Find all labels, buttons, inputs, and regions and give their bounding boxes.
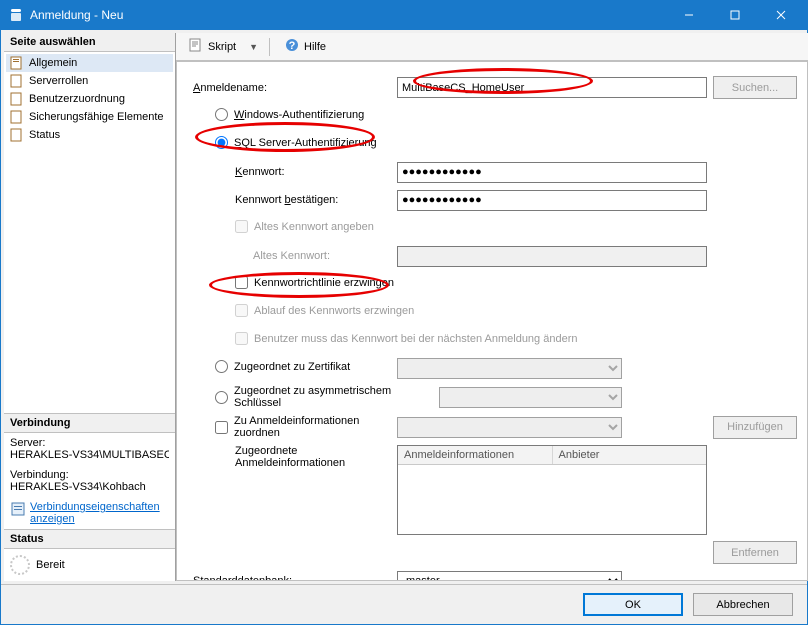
- old-password-checkbox: Altes Kennwort angeben: [187, 220, 374, 236]
- server-value: HERAKLES-VS34\MULTIBASECS: [10, 449, 169, 461]
- sidebar-item-label: Allgemein: [29, 57, 77, 69]
- sidebar-item-sicherungsfaehige[interactable]: Sicherungsfähige Elemente: [6, 108, 173, 126]
- default-db-label: Standarddatenbank:: [187, 575, 397, 581]
- password-label: Kennwort:: [187, 166, 397, 178]
- cancel-button[interactable]: Abbrechen: [693, 593, 793, 616]
- script-label: Skript: [208, 41, 236, 53]
- page-icon: [9, 73, 25, 89]
- conn-value: HERAKLES-VS34\Kohbach: [10, 481, 169, 493]
- ok-button[interactable]: OK: [583, 593, 683, 616]
- must-change-checkbox: Benutzer muss das Kennwort bei der nächs…: [187, 332, 577, 348]
- status-value: Bereit: [36, 559, 65, 571]
- sidebar-pages-header: Seite auswählen: [4, 33, 175, 52]
- search-button[interactable]: Suchen...: [713, 76, 797, 99]
- toolbar-separator: [269, 38, 270, 56]
- sidebar-item-serverrollen[interactable]: Serverrollen: [6, 72, 173, 90]
- help-label: Hilfe: [304, 41, 326, 53]
- login-name-input[interactable]: [397, 77, 707, 98]
- enforce-expiry-checkbox: Ablauf des Kennworts erzwingen: [187, 304, 414, 320]
- status-spinner-icon: [10, 555, 30, 575]
- sidebar-status-header: Status: [4, 529, 175, 549]
- sidebar-item-status[interactable]: Status: [6, 126, 173, 144]
- map-credential-checkbox[interactable]: Zu Anmeldeinformationen zuordnen: [187, 415, 397, 439]
- svg-text:?: ?: [289, 40, 296, 52]
- script-button[interactable]: Skript: [182, 35, 242, 58]
- connection-props[interactable]: Verbindungseigenschaften anzeigen: [4, 497, 175, 529]
- cert-select: [397, 358, 622, 379]
- page-icon: [9, 127, 25, 143]
- credential-select: [397, 417, 622, 438]
- sidebar-item-label: Status: [29, 129, 60, 141]
- enforce-policy-checkbox[interactable]: Kennwortrichtlinie erzwingen: [187, 276, 394, 292]
- script-icon: [188, 37, 204, 56]
- password-input[interactable]: [397, 162, 707, 183]
- asym-select: [439, 387, 622, 408]
- sidebar-item-label: Serverrollen: [29, 75, 88, 87]
- page-icon: [9, 55, 25, 71]
- server-label: Server:: [10, 437, 169, 449]
- sql-auth-radio[interactable]: SQL Server-Authentifizierung: [187, 136, 377, 152]
- help-icon: ?: [284, 37, 300, 56]
- old-password-label: Altes Kennwort:: [187, 250, 397, 262]
- asym-radio[interactable]: Zugeordnet zu asymmetrischem Schlüssel: [187, 385, 439, 409]
- add-credential-button: Hinzufügen: [713, 416, 797, 439]
- sidebar-connection-header: Verbindung: [4, 413, 175, 433]
- connection-conn: Verbindung: HERAKLES-VS34\Kohbach: [4, 465, 175, 497]
- windows-auth-radio[interactable]: Windows-Authentifizierung: [187, 108, 397, 124]
- connection-props-link[interactable]: Verbindungseigenschaften anzeigen: [30, 501, 169, 525]
- mapped-credentials-label: Zugeordnete Anmeldeinformationen: [187, 445, 397, 469]
- sidebar-page-list: Allgemein Serverrollen Benutzerzuordnung…: [4, 52, 175, 413]
- sidebar: Seite auswählen Allgemein Serverrollen B…: [4, 33, 176, 581]
- sidebar-item-allgemein[interactable]: Allgemein: [6, 54, 173, 72]
- bottom-bar: OK Abbrechen: [1, 584, 807, 624]
- sidebar-item-label: Benutzerzuordnung: [29, 93, 125, 105]
- help-button[interactable]: ? Hilfe: [278, 35, 332, 58]
- connection-server: Server: HERAKLES-VS34\MULTIBASECS: [4, 433, 175, 465]
- page-icon: [9, 91, 25, 107]
- old-password-input: [397, 246, 707, 267]
- toolbar: Skript ▼ ? Hilfe: [176, 33, 808, 61]
- content: Skript ▼ ? Hilfe Anmeldename: Suchen...: [176, 33, 808, 581]
- confirm-password-label: Kennwort bestätigen:: [187, 194, 397, 206]
- login-name-label: Anmeldename:: [187, 82, 397, 94]
- minimize-button[interactable]: [666, 0, 712, 30]
- grid-col-provider: Anbieter: [553, 446, 707, 464]
- conn-label: Verbindung:: [10, 469, 169, 481]
- cert-radio[interactable]: Zugeordnet zu Zertifikat: [187, 360, 397, 376]
- page-icon: [9, 109, 25, 125]
- sidebar-item-label: Sicherungsfähige Elemente: [29, 111, 164, 123]
- confirm-password-input[interactable]: [397, 190, 707, 211]
- dialog-frame: Seite auswählen Allgemein Serverrollen B…: [0, 30, 808, 625]
- close-button[interactable]: [758, 0, 804, 30]
- form-area: Anmeldename: Suchen... Windows-Authentif…: [176, 61, 808, 581]
- grid-col-credentials: Anmeldeinformationen: [398, 446, 553, 464]
- maximize-button[interactable]: [712, 0, 758, 30]
- status-row: Bereit: [4, 549, 175, 581]
- script-dropdown[interactable]: ▼: [246, 42, 261, 52]
- sidebar-item-benutzerzuordnung[interactable]: Benutzerzuordnung: [6, 90, 173, 108]
- default-db-select[interactable]: master: [397, 571, 622, 582]
- window-title: Anmeldung - Neu: [30, 8, 666, 22]
- titlebar: Anmeldung - Neu: [0, 0, 808, 30]
- credentials-grid[interactable]: Anmeldeinformationen Anbieter: [397, 445, 707, 535]
- properties-icon: [10, 501, 26, 520]
- remove-credential-button: Entfernen: [713, 541, 797, 564]
- app-icon: [8, 7, 24, 23]
